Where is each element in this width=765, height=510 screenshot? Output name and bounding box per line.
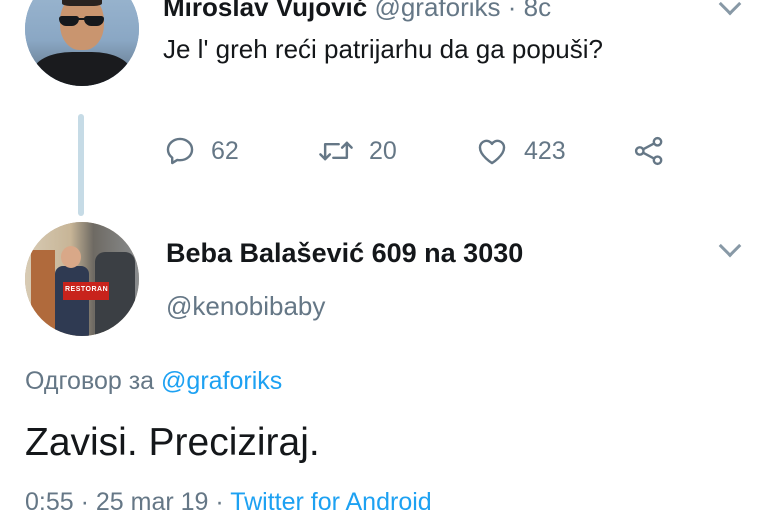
avatar-sign-text: RESTORAN (65, 286, 109, 293)
parent-tweet-header: Miroslav Vujović @graforiks · 8с (163, 0, 551, 22)
share-button[interactable] (632, 134, 666, 168)
reply-count: 62 (211, 136, 239, 165)
retweet-count: 20 (369, 136, 397, 165)
share-icon (634, 136, 663, 166)
reply-handle[interactable]: @kenobibaby (166, 289, 325, 323)
avatar-door (31, 250, 55, 336)
reply-author-avatar[interactable]: RESTORAN (25, 222, 139, 336)
sunglasses-right (84, 16, 104, 26)
sunglasses-left (59, 16, 79, 26)
reply-tweet-text: Zavisi. Preciziraj. (25, 421, 320, 464)
parent-tweet-menu-chevron-icon[interactable] (718, 0, 742, 16)
avatar-hair (62, 0, 102, 6)
parent-time: · 8с (500, 0, 552, 22)
reply-button[interactable]: 62 (163, 134, 239, 168)
reply-tweet-menu-chevron-icon[interactable] (718, 234, 742, 258)
avatar-body (33, 52, 131, 86)
parent-handle[interactable]: @graforiks (374, 0, 500, 22)
parent-tweet-text: Je l' greh reći patrijarhu da ga popuši? (163, 34, 604, 64)
parent-tweet-actions: 62 20 423 (0, 134, 765, 174)
replying-to-label: Одговор за (25, 367, 162, 395)
reply-icon (166, 137, 194, 165)
like-button[interactable]: 423 (474, 134, 566, 168)
heart-icon (478, 139, 506, 165)
avatar-person-body (55, 266, 89, 336)
tweet-timestamp: 0:55 · 25 mar 19 · (25, 488, 231, 510)
tweet-source-link[interactable]: Twitter for Android (230, 488, 431, 510)
like-count: 423 (524, 136, 566, 165)
replying-to-line: Одговор за @graforiks (25, 364, 282, 398)
avatar-person-head (61, 246, 81, 268)
parent-display-name[interactable]: Miroslav Vujović (163, 0, 367, 22)
author-avatar[interactable] (25, 0, 139, 86)
retweet-button[interactable]: 20 (317, 134, 397, 168)
reply-display-name[interactable]: Beba Balašević 609 na 3030 (166, 236, 523, 270)
retweet-icon (319, 141, 353, 161)
replying-to-mention[interactable]: @graforiks (161, 367, 282, 395)
tweet-meta: 0:55 · 25 mar 19 · Twitter for Android (25, 486, 432, 510)
